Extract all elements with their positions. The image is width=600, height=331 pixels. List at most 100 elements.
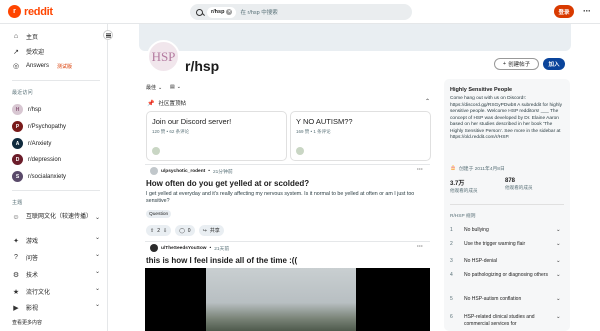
- post-actions: ⇧ 2 ⇩ ◯ 0 ↪ 共享: [146, 225, 224, 236]
- nav-answers[interactable]: ◎ Answers 测试版: [12, 62, 72, 70]
- avatar[interactable]: [150, 167, 158, 175]
- online-count: 878: [505, 178, 516, 184]
- about-title: Highly Sensitive People: [450, 87, 513, 93]
- create-post-label: 创建帖子: [508, 62, 531, 68]
- pinned-header[interactable]: 📌 社区置顶帖: [147, 99, 186, 108]
- topic-movies-tv[interactable]: ▶ 影视: [12, 303, 39, 313]
- post-image: [206, 268, 356, 331]
- close-icon[interactable]: ×: [226, 9, 233, 15]
- rule-item[interactable]: 4 No pathologizing or diagnosing others …: [450, 272, 564, 279]
- recent-item-label: r/depression: [28, 156, 62, 163]
- more-topics-link[interactable]: 查看更多内容: [12, 319, 42, 326]
- rule-item[interactable]: 5 No HSP-autism conflation ⌄: [450, 296, 564, 303]
- topic-tech[interactable]: ⚙ 技术: [12, 270, 39, 280]
- avatar: [152, 147, 160, 155]
- post-media[interactable]: [145, 268, 430, 331]
- recent-item-psychopathy[interactable]: P r/Psychopathy: [12, 121, 66, 132]
- rule-item[interactable]: 1 No bullying ⌄: [450, 227, 564, 234]
- post-flair[interactable]: Question: [146, 210, 172, 218]
- community-title: r/hsp: [185, 58, 220, 74]
- recent-item-socialanxiety[interactable]: S r/socialanxiety: [12, 171, 66, 182]
- rule-number: 4: [450, 272, 453, 278]
- pinned-card[interactable]: Y NO AUTISM?? 169 赞 • 1 条评论: [290, 111, 431, 161]
- divider: [145, 164, 430, 165]
- topic-label: 问答: [26, 256, 39, 262]
- recent-item-depression[interactable]: D r/depression: [12, 154, 61, 165]
- rule-item[interactable]: 3 No HSP-denial ⌄: [450, 258, 564, 265]
- comments-button[interactable]: ◯ 0: [175, 225, 195, 236]
- topic-qa[interactable]: ? 问答: [12, 253, 38, 262]
- sort-dropdown[interactable]: 最佳 ⌄: [146, 84, 163, 92]
- chevron-down-icon: ⌄: [158, 84, 163, 91]
- recent-section-title[interactable]: 最近访问: [12, 89, 33, 96]
- login-button[interactable]: 登录: [554, 5, 574, 18]
- subreddit-avatar-icon: H: [12, 104, 23, 115]
- avatar: [296, 147, 304, 155]
- search-bar[interactable]: r/hsp × 在 r/hsp 中搜索: [190, 4, 412, 20]
- post-author[interactable]: u/psychotic_rodent: [161, 169, 205, 174]
- join-button[interactable]: 加入: [543, 58, 565, 70]
- create-post-button[interactable]: + 创建帖子: [494, 58, 539, 70]
- more-options-icon[interactable]: ···: [417, 244, 423, 250]
- more-topics-label: 查看更多内容: [12, 320, 43, 326]
- chevron-down-icon: ⌄: [556, 296, 561, 302]
- chevron-up-icon[interactable]: ⌃: [425, 98, 430, 105]
- rule-text: No bullying: [464, 227, 489, 233]
- view-layout-dropdown[interactable]: ▤ ⌄: [170, 84, 181, 90]
- recent-item-anxiety[interactable]: A r/Anxiety: [12, 138, 51, 149]
- post-body[interactable]: I get yelled at everyday and it's really…: [146, 191, 424, 205]
- chevron-down-icon[interactable]: ⌄: [95, 285, 100, 292]
- avatar[interactable]: [150, 244, 158, 252]
- chevron-down-icon[interactable]: ⌄: [95, 268, 100, 275]
- recent-item-label: r/Anxiety: [28, 140, 52, 147]
- topics-section-title[interactable]: 主题: [12, 199, 22, 206]
- upvote-icon[interactable]: ⇧: [150, 228, 154, 234]
- pinned-card[interactable]: Join our Discord server! 120 赞 • 62 条评论: [146, 111, 287, 161]
- post-title[interactable]: How often do you get yelled at or scolde…: [146, 179, 309, 188]
- card-view-icon: ▤: [170, 84, 175, 90]
- nav-popular[interactable]: ↗ 受欢迎: [12, 47, 45, 57]
- post-title[interactable]: this is how I feel inside all of the tim…: [146, 256, 297, 265]
- topic-pop-culture[interactable]: ★ 流行文化: [12, 287, 50, 297]
- share-button[interactable]: ↪ 共享: [198, 225, 224, 236]
- pin-icon: 📌: [147, 100, 155, 107]
- rule-number: 3: [450, 258, 453, 264]
- chevron-down-icon: ⌄: [556, 314, 561, 320]
- search-scope-chip[interactable]: r/hsp ×: [207, 6, 237, 18]
- divider: [145, 241, 430, 242]
- downvote-icon[interactable]: ⇩: [163, 228, 167, 234]
- home-icon: ⌂: [13, 33, 19, 40]
- recent-item-hsp[interactable]: H r/hsp: [12, 104, 41, 115]
- post-author[interactable]: u/TheSeedsYouSow: [161, 246, 207, 251]
- nav-home[interactable]: ⌂ 主页: [12, 32, 38, 41]
- online-stat: 878 他观看的成员: [505, 178, 533, 191]
- more-options-icon[interactable]: ···: [417, 167, 423, 173]
- chevron-down-icon[interactable]: ⌄: [95, 214, 100, 221]
- menu-toggle-icon[interactable]: [103, 30, 113, 40]
- topic-label: 技术: [26, 273, 39, 279]
- post-time: 21分钟前: [212, 169, 233, 175]
- chevron-down-icon[interactable]: ⌄: [95, 301, 100, 308]
- chevron-down-icon[interactable]: ⌄: [95, 251, 100, 258]
- more-options-icon[interactable]: ···: [583, 6, 591, 16]
- topic-internet-culture[interactable]: ☺ 互联网文化（较速传播）: [12, 213, 92, 221]
- reddit-logo-icon: r: [8, 5, 21, 18]
- chevron-down-icon: ⌄: [556, 241, 561, 247]
- rule-item[interactable]: 6 HSP-related clinical studies and comme…: [450, 314, 564, 327]
- cake-icon: 🎂: [450, 166, 456, 171]
- search-input[interactable]: 在 r/hsp 中搜索: [240, 8, 277, 16]
- rule-item[interactable]: 2 Use the trigger warning flair ⌄: [450, 241, 564, 248]
- topic-gaming[interactable]: ✦ 游戏: [12, 236, 39, 246]
- rule-text: No pathologizing or diagnosing others: [464, 272, 548, 278]
- topic-label: 影视: [26, 306, 39, 312]
- reddit-logo[interactable]: r reddit: [8, 5, 53, 18]
- nav-popular-label: 受欢迎: [26, 50, 45, 56]
- comment-count: 0: [187, 227, 191, 234]
- separator-dot: •: [208, 168, 210, 174]
- share-icon: ↪: [202, 227, 207, 234]
- post-author-row: u/psychotic_rodent • 21分钟前: [150, 167, 233, 175]
- topic-label: 游戏: [26, 239, 39, 245]
- chevron-down-icon: ⌄: [556, 272, 561, 278]
- subreddit-avatar-icon: A: [12, 138, 23, 149]
- chevron-down-icon[interactable]: ⌄: [95, 234, 100, 241]
